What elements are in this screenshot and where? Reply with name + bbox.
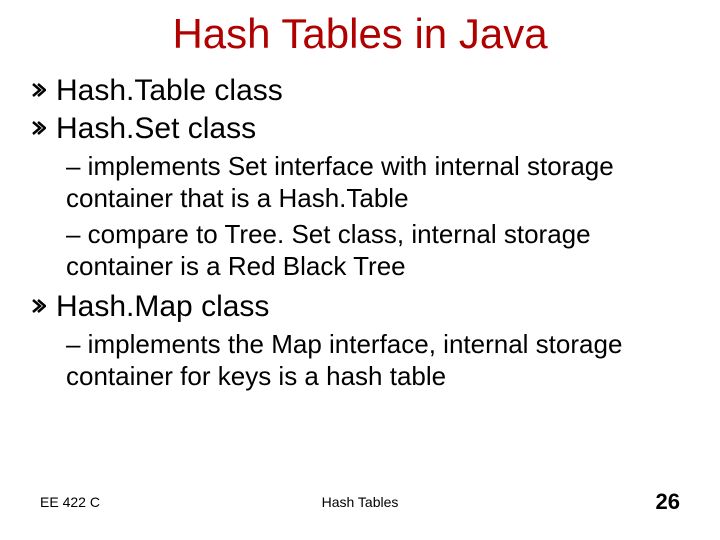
bullet-item: Hash.Table class: [30, 74, 690, 108]
footer-center: Hash Tables: [0, 494, 720, 510]
chevron-icon: [30, 290, 48, 324]
chevron-icon: [30, 74, 48, 108]
footer-left: EE 422 C: [40, 494, 100, 510]
sub-bullet: – implements Set interface with internal…: [66, 150, 690, 214]
slide-title: Hash Tables in Java: [30, 10, 690, 58]
chevron-icon: [30, 112, 48, 146]
slide: Hash Tables in Java Hash.Table class Has…: [0, 0, 720, 540]
sub-bullet-text: – compare to Tree. Set class, internal s…: [66, 218, 690, 282]
bullet-item: Hash.Set class: [30, 112, 690, 146]
footer: EE 422 C Hash Tables 26: [0, 494, 720, 510]
sub-bullet: – implements the Map interface, internal…: [66, 328, 690, 392]
sub-bullet: – compare to Tree. Set class, internal s…: [66, 218, 690, 282]
bullet-text: Hash.Set class: [56, 112, 256, 146]
bullet-text: Hash.Map class: [56, 290, 269, 324]
sub-bullet-text: – implements Set interface with internal…: [66, 150, 690, 214]
bullet-text: Hash.Table class: [56, 74, 283, 108]
sub-bullet-text: – implements the Map interface, internal…: [66, 328, 690, 392]
page-number: 26: [656, 489, 680, 515]
bullet-item: Hash.Map class: [30, 290, 690, 324]
